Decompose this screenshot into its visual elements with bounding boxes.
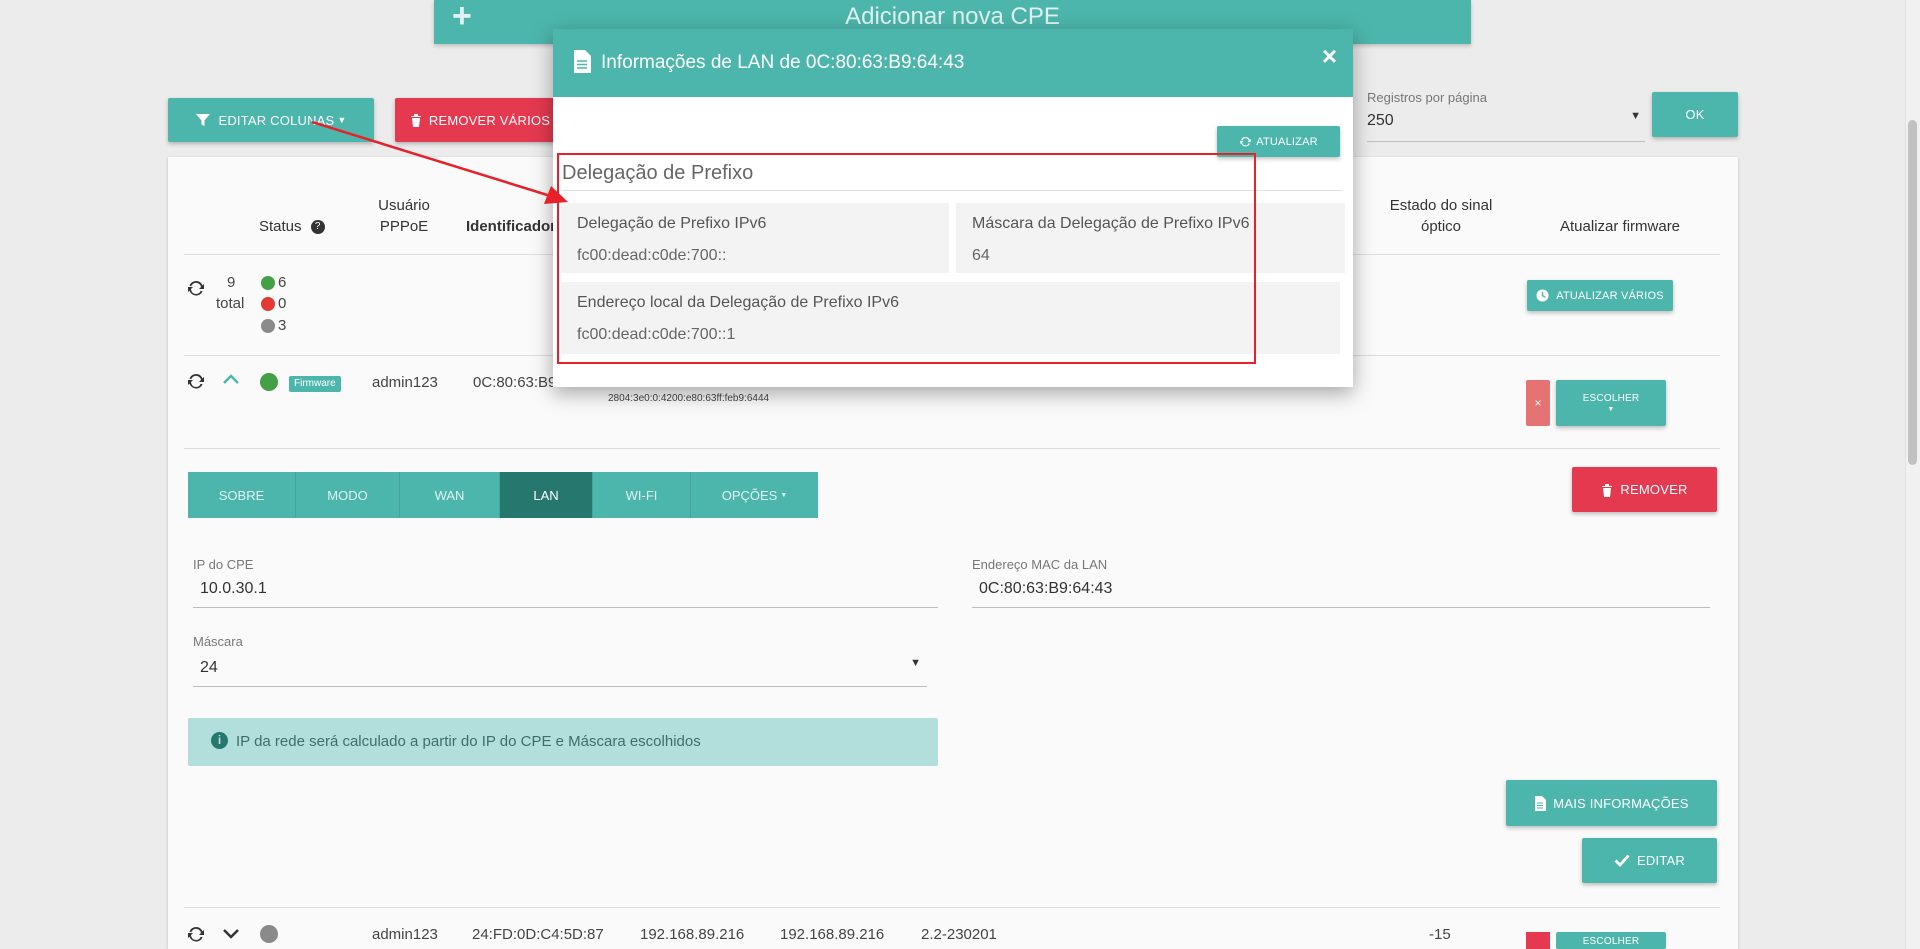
scrollbar-thumb[interactable] — [1908, 120, 1917, 465]
annotation-arrow — [311, 120, 568, 204]
